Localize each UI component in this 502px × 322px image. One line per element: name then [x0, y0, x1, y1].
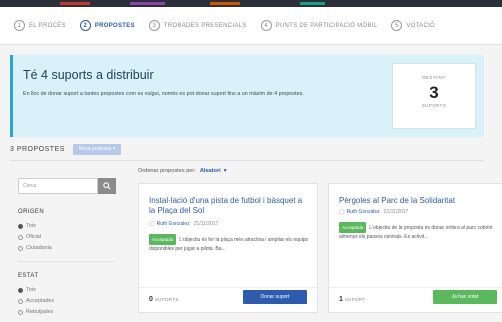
give-support-button[interactable]: Donar suport [243, 290, 307, 304]
step-number: 4 [260, 20, 272, 31]
radio-icon [18, 234, 23, 240]
proposals-bar: 3 PROPOSTES Nova proposta ▾ [10, 141, 484, 157]
proposal-author: ◯ Ruth Gonzalez 21/11/2017 [149, 221, 218, 227]
state-option-acceptades[interactable]: Acceptades [18, 298, 54, 304]
radio-icon [18, 298, 23, 304]
supports-count: 1 SUPORT [339, 296, 365, 303]
option-label: Oficial [26, 234, 41, 240]
user-icon: ◯ [149, 221, 155, 227]
search-input[interactable]: Cerca [18, 178, 98, 194]
search-box: Cerca [18, 178, 116, 194]
radio-icon [18, 245, 23, 251]
search-icon [103, 182, 111, 190]
divider [139, 287, 317, 288]
chevron-down-icon[interactable]: ▼ [223, 168, 228, 174]
option-label: Acceptades [26, 298, 55, 304]
step-number: 2 [79, 20, 91, 31]
order-selector: Ordenar propostes per: Aleatori ▼ [138, 168, 228, 174]
step-number: 1 [14, 20, 25, 31]
status-badge: Acceptada [339, 222, 367, 233]
step-label: Trobades presencials [163, 22, 247, 29]
step-label: Punts de participació mòbil [275, 22, 378, 29]
step-label: Votació [406, 22, 436, 29]
remaining-unit: suports [421, 103, 447, 108]
divider [18, 261, 116, 262]
step-punts-participacio[interactable]: 4 Punts de participació mòbil [260, 20, 378, 31]
filters-sidebar: Cerca ORIGEN Tots Oficial Ciutadania EST… [10, 168, 120, 322]
divider [10, 160, 484, 161]
supports-banner: Té 4 suports a distribuir En lloc de don… [10, 55, 484, 137]
user-icon: ◯ [339, 209, 345, 215]
remaining-supports-box: Restant 3 suports [392, 63, 476, 129]
origin-filter-title: ORIGEN [18, 209, 45, 215]
remaining-label: Restant [422, 75, 446, 80]
proposal-card: Instal·lació d'una pista de futbol i bàs… [138, 183, 318, 313]
step-number: 5 [391, 20, 403, 31]
status-badge: Acceptada [149, 234, 177, 245]
supports-number: 0 [149, 296, 153, 303]
already-voted-button[interactable]: Ja has votat [433, 290, 497, 304]
proposal-description: Acceptada L'objectiu és fer la plaça més … [149, 234, 309, 254]
process-steps-nav: 1 El procés 2 Propostes 3 Trobades prese… [0, 7, 502, 45]
top-color-strip [0, 0, 502, 7]
author-name[interactable]: Ruth Gonzalez [157, 221, 190, 227]
origin-option-tots[interactable]: Tots [18, 223, 36, 229]
state-filter-title: ESTAT [18, 273, 39, 279]
step-label: El procés [29, 22, 66, 29]
supports-label: SUPORT [344, 297, 366, 302]
option-label: Rebutjades [26, 309, 54, 315]
radio-icon [18, 309, 23, 315]
radio-icon [18, 223, 23, 229]
option-label: Ciutadania [26, 245, 52, 251]
banner-title: Té 4 suports a distribuir [23, 68, 154, 82]
origin-option-ciutadania[interactable]: Ciutadania [18, 245, 52, 251]
supports-label: SUPORTS [154, 297, 179, 302]
option-label: Tots [26, 287, 36, 293]
step-el-proces[interactable]: 1 El procés [14, 20, 66, 31]
state-option-tots[interactable]: Tots [18, 287, 36, 293]
author-name[interactable]: Ruth Gonzalez [347, 209, 380, 215]
proposal-card: Pèrgoles al Parc de la Solidaritat ◯ Rut… [328, 183, 502, 313]
order-label: Ordenar propostes per: [138, 168, 196, 174]
banner-text: En lloc de donar suport a tantes propost… [23, 91, 304, 97]
proposal-author: ◯ Ruth Gonzalez 21/11/2017 [339, 209, 408, 215]
supports-number: 1 [339, 296, 343, 303]
search-button[interactable] [98, 178, 116, 194]
proposal-description: Acceptada L'objectiu de la proposta és do… [339, 222, 499, 242]
proposal-date: 21/11/2017 [383, 209, 409, 215]
proposals-count: 3 PROPOSTES [10, 145, 65, 153]
proposal-date: 21/11/2017 [193, 221, 219, 227]
radio-icon [18, 287, 23, 293]
option-label: Tots [26, 223, 36, 229]
step-votacio[interactable]: 5 Votació [391, 20, 435, 31]
step-label: Propostes [94, 22, 135, 29]
step-number: 3 [148, 20, 160, 31]
step-trobades-presencials[interactable]: 3 Trobades presencials [148, 20, 247, 31]
state-option-rebutjades[interactable]: Rebutjades [18, 309, 53, 315]
new-proposal-button[interactable]: Nova proposta ▾ [72, 143, 122, 155]
origin-option-oficial[interactable]: Oficial [18, 234, 41, 240]
remaining-value: 3 [429, 83, 439, 102]
order-value[interactable]: Aleatori [200, 168, 221, 174]
step-propostes[interactable]: 2 Propostes [79, 20, 135, 31]
proposal-title[interactable]: Instal·lació d'una pista de futbol i bàs… [149, 196, 307, 216]
proposal-title[interactable]: Pèrgoles al Parc de la Solidaritat [339, 196, 497, 206]
supports-count: 0 SUPORTS [149, 296, 179, 303]
divider [329, 287, 502, 288]
